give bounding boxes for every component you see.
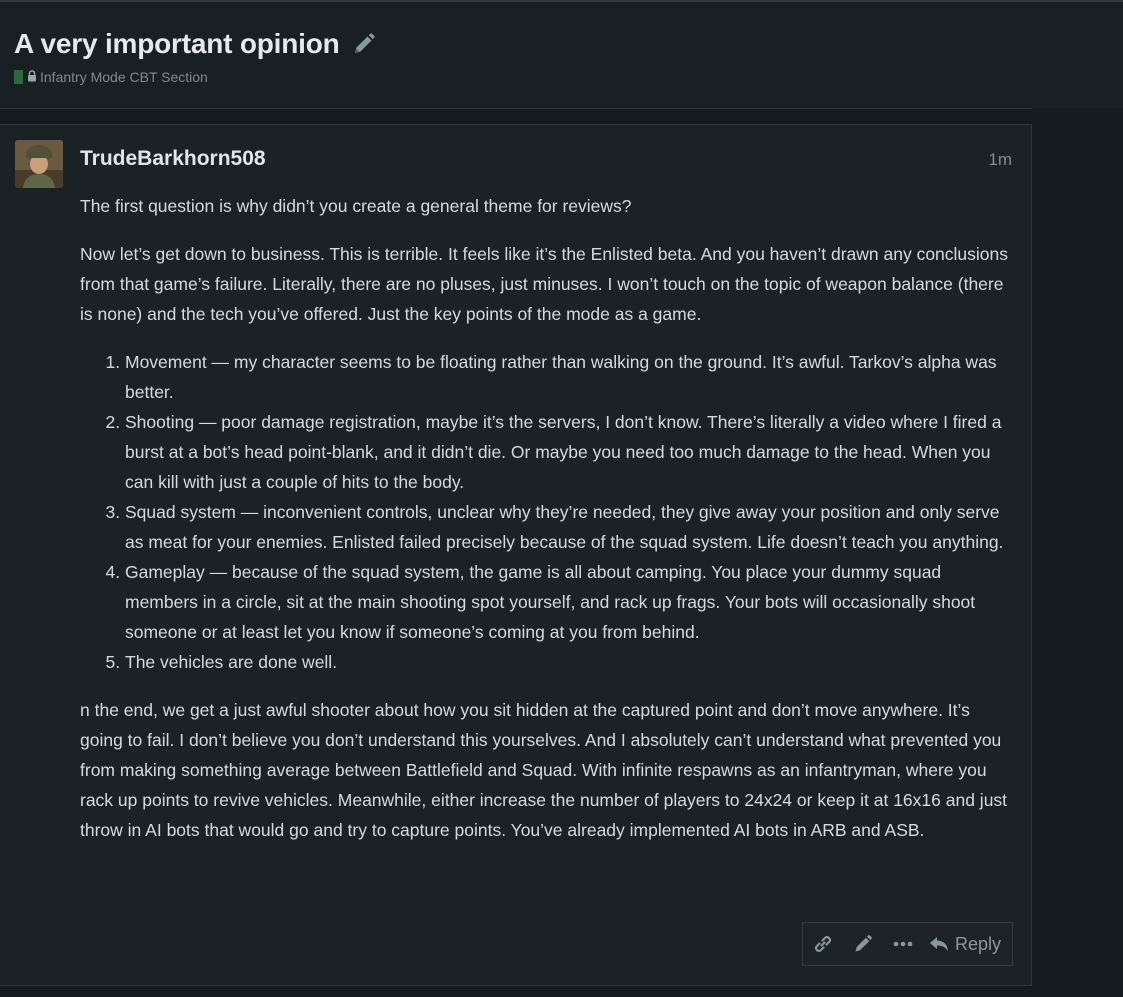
post-list: Movement — my character seems to be floa… [80, 347, 1015, 677]
category-name: Infantry Mode CBT Section [40, 69, 208, 85]
reply-button[interactable]: Reply [923, 923, 1011, 965]
edit-post-button[interactable] [843, 923, 883, 965]
list-item: Squad system — inconvenient controls, un… [125, 497, 1015, 557]
list-item: Shooting — poor damage registration, may… [125, 407, 1015, 497]
avatar[interactable] [15, 140, 63, 188]
category-color-swatch [14, 70, 23, 84]
timeline-gutter [1032, 108, 1123, 997]
topic-title[interactable]: A very important opinion [14, 28, 340, 60]
category-badge[interactable]: Infantry Mode CBT Section [14, 69, 208, 85]
topic-header: A very important opinion Infantry Mode C… [0, 2, 1123, 109]
post-paragraph: n the end, we get a just awful shooter a… [80, 700, 1008, 840]
more-actions-button[interactable] [883, 923, 923, 965]
reply-icon [929, 935, 949, 953]
lock-icon [27, 69, 40, 85]
post-paragraph: Now let’s get down to business. This is … [80, 244, 1009, 324]
pencil-icon [853, 934, 873, 954]
ellipsis-icon [893, 941, 913, 947]
list-item: Gameplay — because of the squad system, … [125, 557, 1015, 647]
post-username[interactable]: TrudeBarkhorn508 [80, 147, 266, 171]
reply-label: Reply [955, 933, 1002, 954]
post-body: The first question is why didn’t you cre… [80, 191, 1015, 863]
list-item: The vehicles are done well. [125, 647, 1015, 677]
post-actions: Reply [802, 922, 1013, 966]
link-icon [813, 934, 833, 954]
title-row: A very important opinion [14, 28, 376, 60]
list-item: Movement — my character seems to be floa… [125, 347, 1015, 407]
post-paragraph: The first question is why didn’t you cre… [80, 196, 632, 216]
pencil-icon[interactable] [352, 32, 376, 56]
post: TrudeBarkhorn508 1m The first question i… [0, 124, 1032, 986]
copy-link-button[interactable] [803, 923, 843, 965]
post-timestamp[interactable]: 1m [988, 150, 1012, 170]
